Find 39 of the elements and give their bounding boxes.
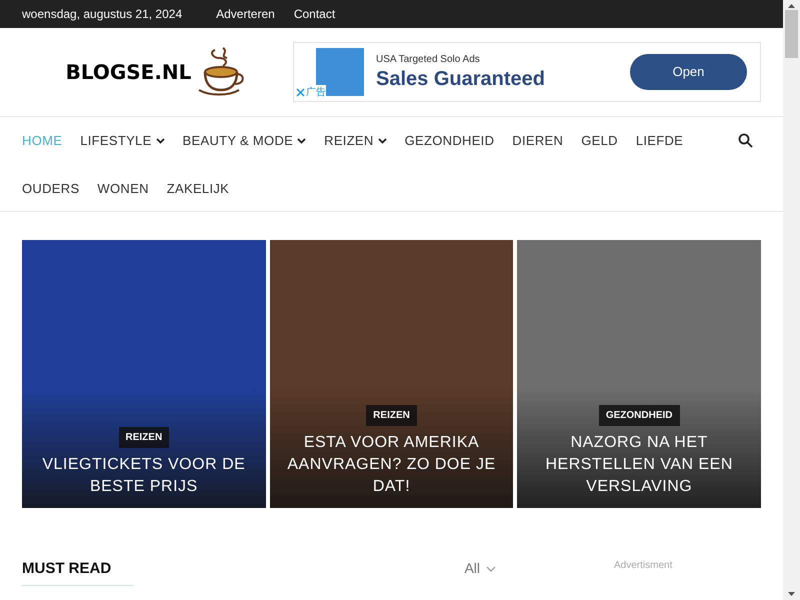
nav-item[interactable]: BEAUTY & MODE xyxy=(182,117,306,165)
advertisement-label: Advertisment xyxy=(614,559,672,573)
nav-item[interactable]: GELD xyxy=(581,117,618,165)
nav-item[interactable]: OUDERS xyxy=(22,165,80,213)
scrollbar[interactable] xyxy=(783,0,800,600)
article-card[interactable]: GEZONDHEID NAZORG NA HET HERSTELLEN VAN EEN VERSLAVING xyxy=(517,240,762,508)
nav-item[interactable]: WONEN xyxy=(97,165,149,213)
date-text: woensdag, augustus 21, 2024 xyxy=(22,6,182,23)
filter-dropdown[interactable]: All xyxy=(464,558,496,579)
ad-subtitle: USA Targeted Solo Ads xyxy=(376,53,481,67)
open-button[interactable]: Open xyxy=(630,54,747,90)
scrollbar-thumb[interactable] xyxy=(785,10,798,58)
nav-item[interactable]: GEZONDHEID xyxy=(404,117,494,165)
article-card[interactable]: REIZEN ESTA VOOR AMERIKA AANVRAGEN? ZO DOE JE DAT! xyxy=(270,240,514,508)
category-tag[interactable]: REIZEN xyxy=(118,427,170,448)
ad-banner[interactable]: USA Targeted Solo Ads Sales Guaranteed Open 广告 xyxy=(293,42,761,102)
logo-text[interactable]: BLOGSE.NL xyxy=(66,57,192,87)
nav-item[interactable]: DIEREN xyxy=(512,117,564,165)
article-title[interactable]: VLIEGTICKETS VOOR DE BESTE PRIJS xyxy=(36,454,252,498)
ad-image-placeholder xyxy=(316,48,364,96)
search-icon[interactable] xyxy=(738,133,753,148)
category-tag[interactable]: GEZONDHEID xyxy=(598,405,680,426)
nav-item[interactable]: LIEFDE xyxy=(636,117,684,165)
article-title[interactable]: NAZORG NA HET HERSTELLEN VAN EEN VERSLAVING xyxy=(531,432,748,498)
scroll-down-icon[interactable] xyxy=(788,592,795,596)
ad-headline: Sales Guaranteed xyxy=(376,67,546,92)
chevron-down-icon xyxy=(486,566,496,572)
section-title: MUST READ xyxy=(22,558,134,586)
top-link[interactable]: Contact xyxy=(294,5,336,23)
nav-item[interactable]: LIFESTYLE xyxy=(80,117,165,165)
nav-item[interactable]: ZAKELIJK xyxy=(166,165,230,213)
nav-item[interactable]: REIZEN xyxy=(324,117,387,165)
ad-label: 广告 xyxy=(306,86,326,100)
close-icon[interactable] xyxy=(296,88,305,97)
category-tag[interactable]: REIZEN xyxy=(366,405,417,426)
article-title[interactable]: ESTA VOOR AMERIKA AANVRAGEN? ZO DOE JE DAT! xyxy=(284,432,500,498)
article-card[interactable]: REIZEN VLIEGTICKETS VOOR DE BESTE PRIJS xyxy=(22,240,266,508)
top-link[interactable]: Adverteren xyxy=(216,5,275,23)
scroll-up-icon[interactable] xyxy=(788,4,795,8)
